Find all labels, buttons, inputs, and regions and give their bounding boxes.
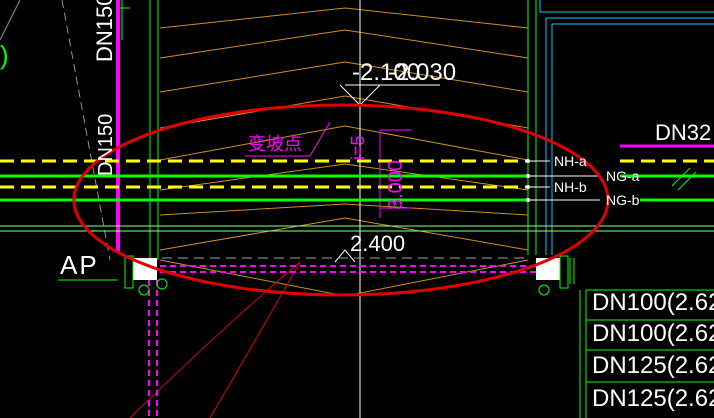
- wall-lines: [149, 0, 537, 260]
- label-dn150-upper: DN150: [92, 0, 117, 62]
- red-arcs: [129, 261, 301, 418]
- label-slope-dim-2: 3.000: [385, 160, 407, 210]
- pipe-label-nh-a: NH-a: [554, 153, 587, 169]
- label-elevation-top-overlap: -2.030: [388, 59, 456, 86]
- pipe-table-row: DN100(2.62: [592, 320, 714, 347]
- pipe-table-row: DN125(2.62: [592, 385, 714, 412]
- cad-drawing-viewport[interactable]: DN150 DN150 ) -2.100 -2.030 变坡点 i=5 3.00…: [0, 0, 714, 418]
- elevation-marker-top: [339, 84, 440, 106]
- pipe-table-row: DN100(2.62: [592, 289, 714, 316]
- pipe-label-ng-a: NG-a: [606, 168, 640, 184]
- label-left-paren: ): [0, 40, 9, 70]
- label-slope-dim: i=5: [348, 135, 368, 160]
- pipe-label-nh-b: NH-b: [554, 179, 587, 195]
- guide-line-diagonal-2: [0, 0, 21, 41]
- label-dn150-lower: DN150: [95, 114, 117, 176]
- pipe-label-ng-b: NG-b: [606, 192, 640, 208]
- cad-drawing[interactable]: DN150 DN150 ) -2.100 -2.030 变坡点 i=5 3.00…: [0, 0, 714, 418]
- slope-hatch: [159, 7, 529, 297]
- label-dn32: DN32: [655, 120, 711, 145]
- label-elevation-bottom: 2.400: [350, 231, 405, 256]
- pipe-table-row: DN125(2.62: [592, 352, 714, 379]
- label-slope-change: 变坡点: [248, 134, 302, 154]
- top-marks: [120, 0, 130, 40]
- label-ap: AP: [60, 250, 99, 280]
- riser-pipe[interactable]: [148, 280, 158, 418]
